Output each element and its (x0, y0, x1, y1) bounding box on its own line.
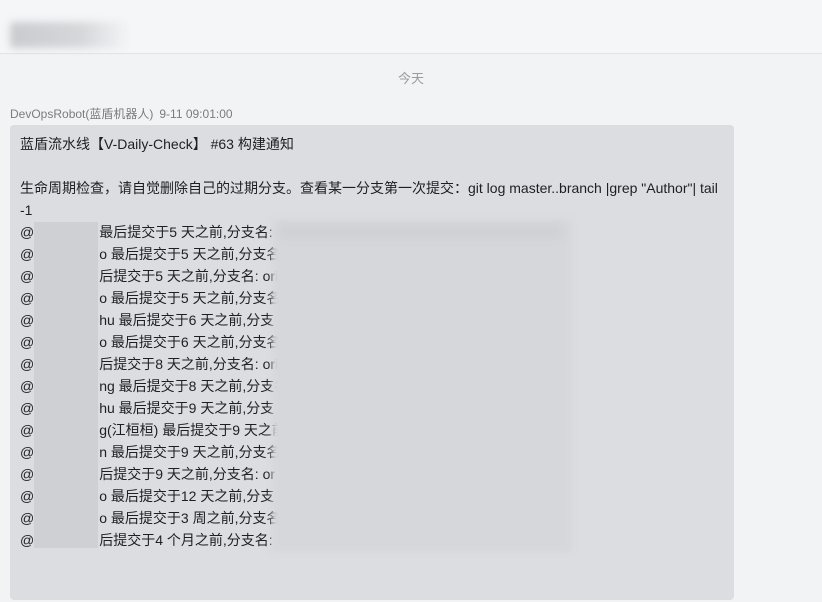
mention[interactable]: @ (20, 221, 34, 243)
mention[interactable]: @ (20, 353, 34, 375)
row-text: 后提交于5 天之前,分支名: orig (99, 268, 286, 284)
row-text: 后提交于9 天之前,分支名: or (99, 466, 276, 482)
mention[interactable]: @ (20, 243, 34, 265)
row-text: o 最后提交于3 周之前,分支名 (99, 510, 281, 526)
row-text: o 最后提交于5 天之前,分支名 (99, 290, 281, 306)
message-title: 蓝盾流水线【V-Daily-Check】 #63 构建通知 (20, 136, 294, 152)
row-text: 最后提交于5 天之前,分支名: (99, 224, 273, 240)
sender-name[interactable]: DevOpsRobot(蓝盾机器人) (10, 107, 153, 121)
redacted-usernames (34, 222, 98, 548)
mention[interactable]: @ (20, 375, 34, 397)
row-text: ng 最后提交于8 天之前,分支名 (99, 378, 289, 394)
mention[interactable]: @ (20, 287, 34, 309)
mention[interactable]: @ (20, 309, 34, 331)
row-text: hu 最后提交于9 天之前,分支 (99, 400, 275, 416)
row-text: n 最后提交于9 天之前,分支名 (99, 444, 281, 460)
row-text: o 最后提交于6 天之前,分支名 (99, 334, 281, 350)
message-bubble[interactable]: 蓝盾流水线【V-Daily-Check】 #63 构建通知 生命周期检查，请自觉… (10, 125, 734, 600)
mention[interactable]: @ (20, 441, 34, 463)
row-text: o 最后提交于12 天之前,分支 (99, 488, 275, 504)
redacted-branch-names (272, 220, 572, 552)
date-divider: 今天 (397, 71, 424, 86)
row-text: o 最后提交于5 天之前,分支名 (99, 246, 281, 262)
mention[interactable]: @ (20, 419, 34, 441)
mention[interactable]: @ (20, 265, 34, 287)
row-text: 后提交于4 个月之前,分支名: (99, 532, 273, 548)
mention[interactable]: @ (20, 507, 34, 529)
mention[interactable]: @ (20, 397, 34, 419)
row-text: g(江桓桓) 最后提交于9 天之前 (99, 422, 286, 438)
chat-title-redacted (10, 22, 130, 48)
mention[interactable]: @ (20, 463, 34, 485)
chat-header (0, 0, 822, 54)
message-timestamp: 9-11 09:01:00 (159, 107, 233, 121)
row-text: 后提交于8 天之前,分支名: orig (99, 356, 286, 372)
message-sender-line: DevOpsRobot(蓝盾机器人) 9-11 09:01:00 (10, 105, 233, 122)
mention[interactable]: @ (20, 485, 34, 507)
row-text: hu 最后提交于6 天之前,分支 (99, 312, 275, 328)
message-intro: 生命周期检查，请自觉删除自己的过期分支。查看某一分支第一次提交：git log … (20, 180, 718, 218)
mention[interactable]: @ (20, 529, 34, 551)
mention[interactable]: @ (20, 331, 34, 353)
